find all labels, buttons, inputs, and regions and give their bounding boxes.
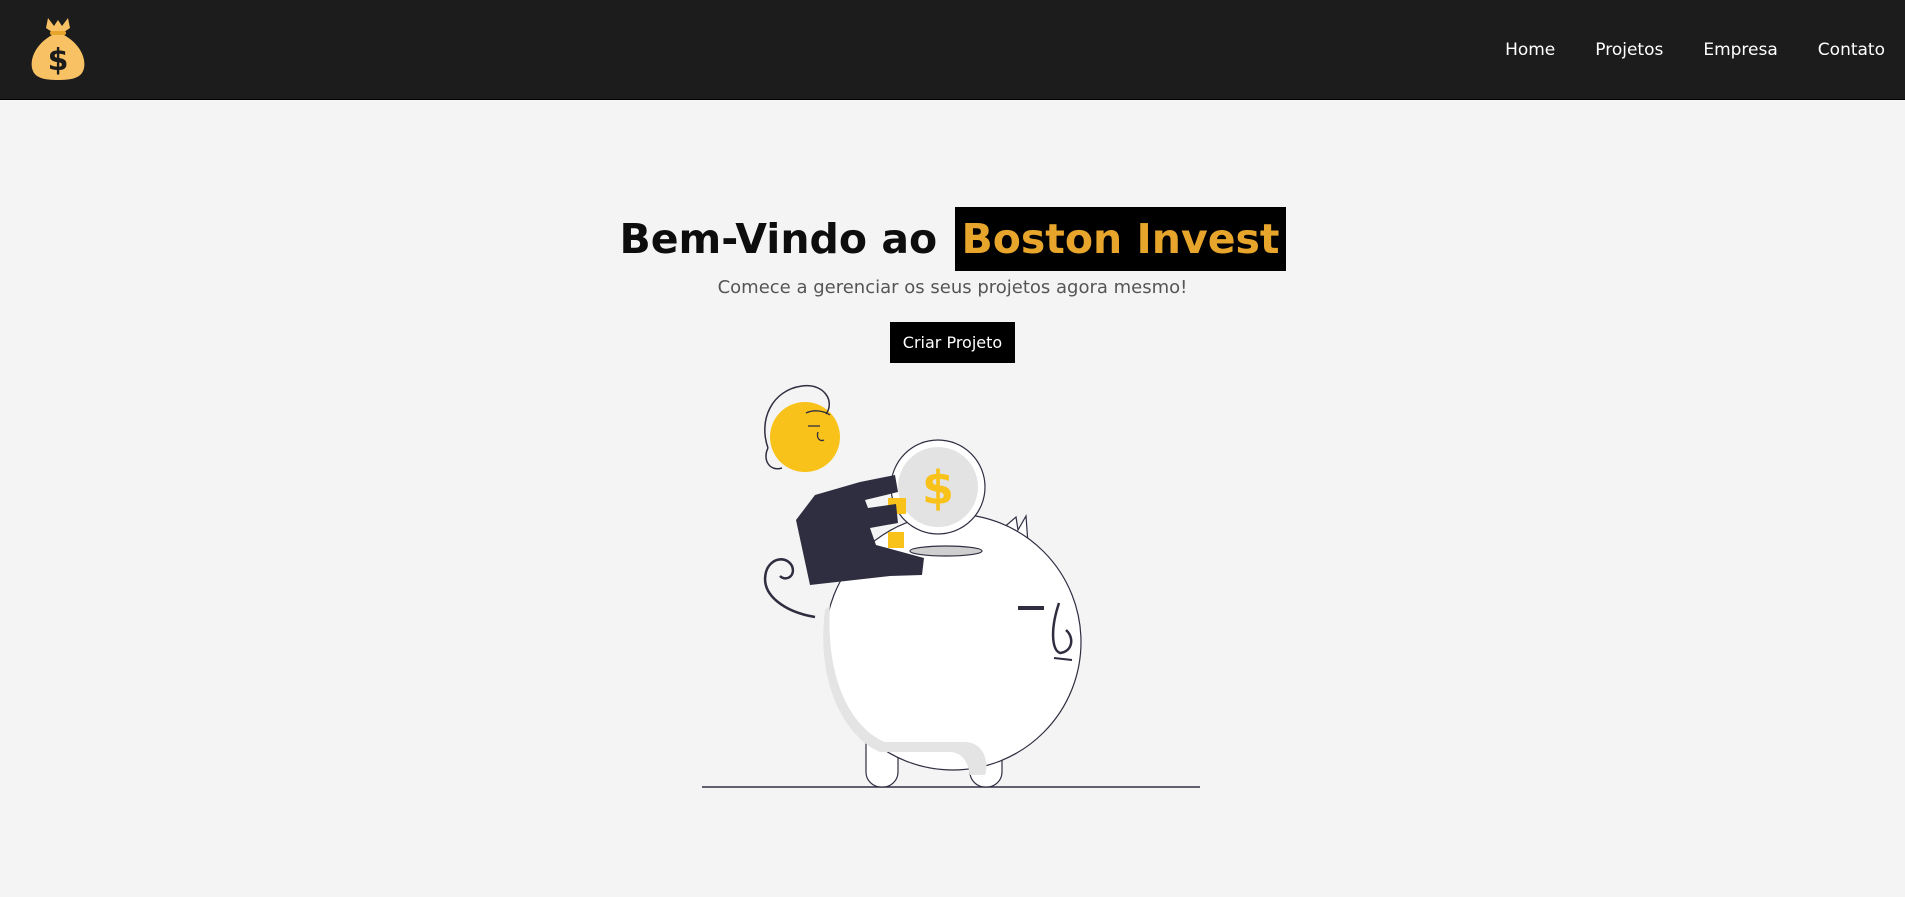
piggy-bank-illustration: $	[702, 385, 1200, 788]
hero-title: Bem-Vindo ao Boston Invest	[0, 207, 1905, 271]
person-head	[770, 402, 840, 472]
criar-projeto-button[interactable]: Criar Projeto	[890, 322, 1015, 363]
nav-home[interactable]: Home	[1505, 40, 1555, 60]
nav-empresa[interactable]: Empresa	[1703, 40, 1777, 60]
coin-dollar-sign: $	[922, 461, 954, 515]
main-nav: Home Projetos Empresa Contato	[1465, 0, 1885, 99]
person-hand-bottom	[888, 532, 904, 548]
nav-contato[interactable]: Contato	[1818, 40, 1885, 60]
hero-title-brand: Boston Invest	[955, 207, 1286, 271]
coin-slot	[909, 545, 983, 557]
navbar: $ Home Projetos Empresa Contato	[0, 0, 1905, 100]
money-bag-icon[interactable]: $	[28, 14, 88, 82]
hero-subtitle: Comece a gerenciar os seus projetos agor…	[717, 277, 1188, 298]
hero-title-prefix: Bem-Vindo ao	[619, 215, 938, 263]
nav-projetos[interactable]: Projetos	[1595, 40, 1663, 60]
bag-dollar-sign: $	[48, 43, 69, 78]
